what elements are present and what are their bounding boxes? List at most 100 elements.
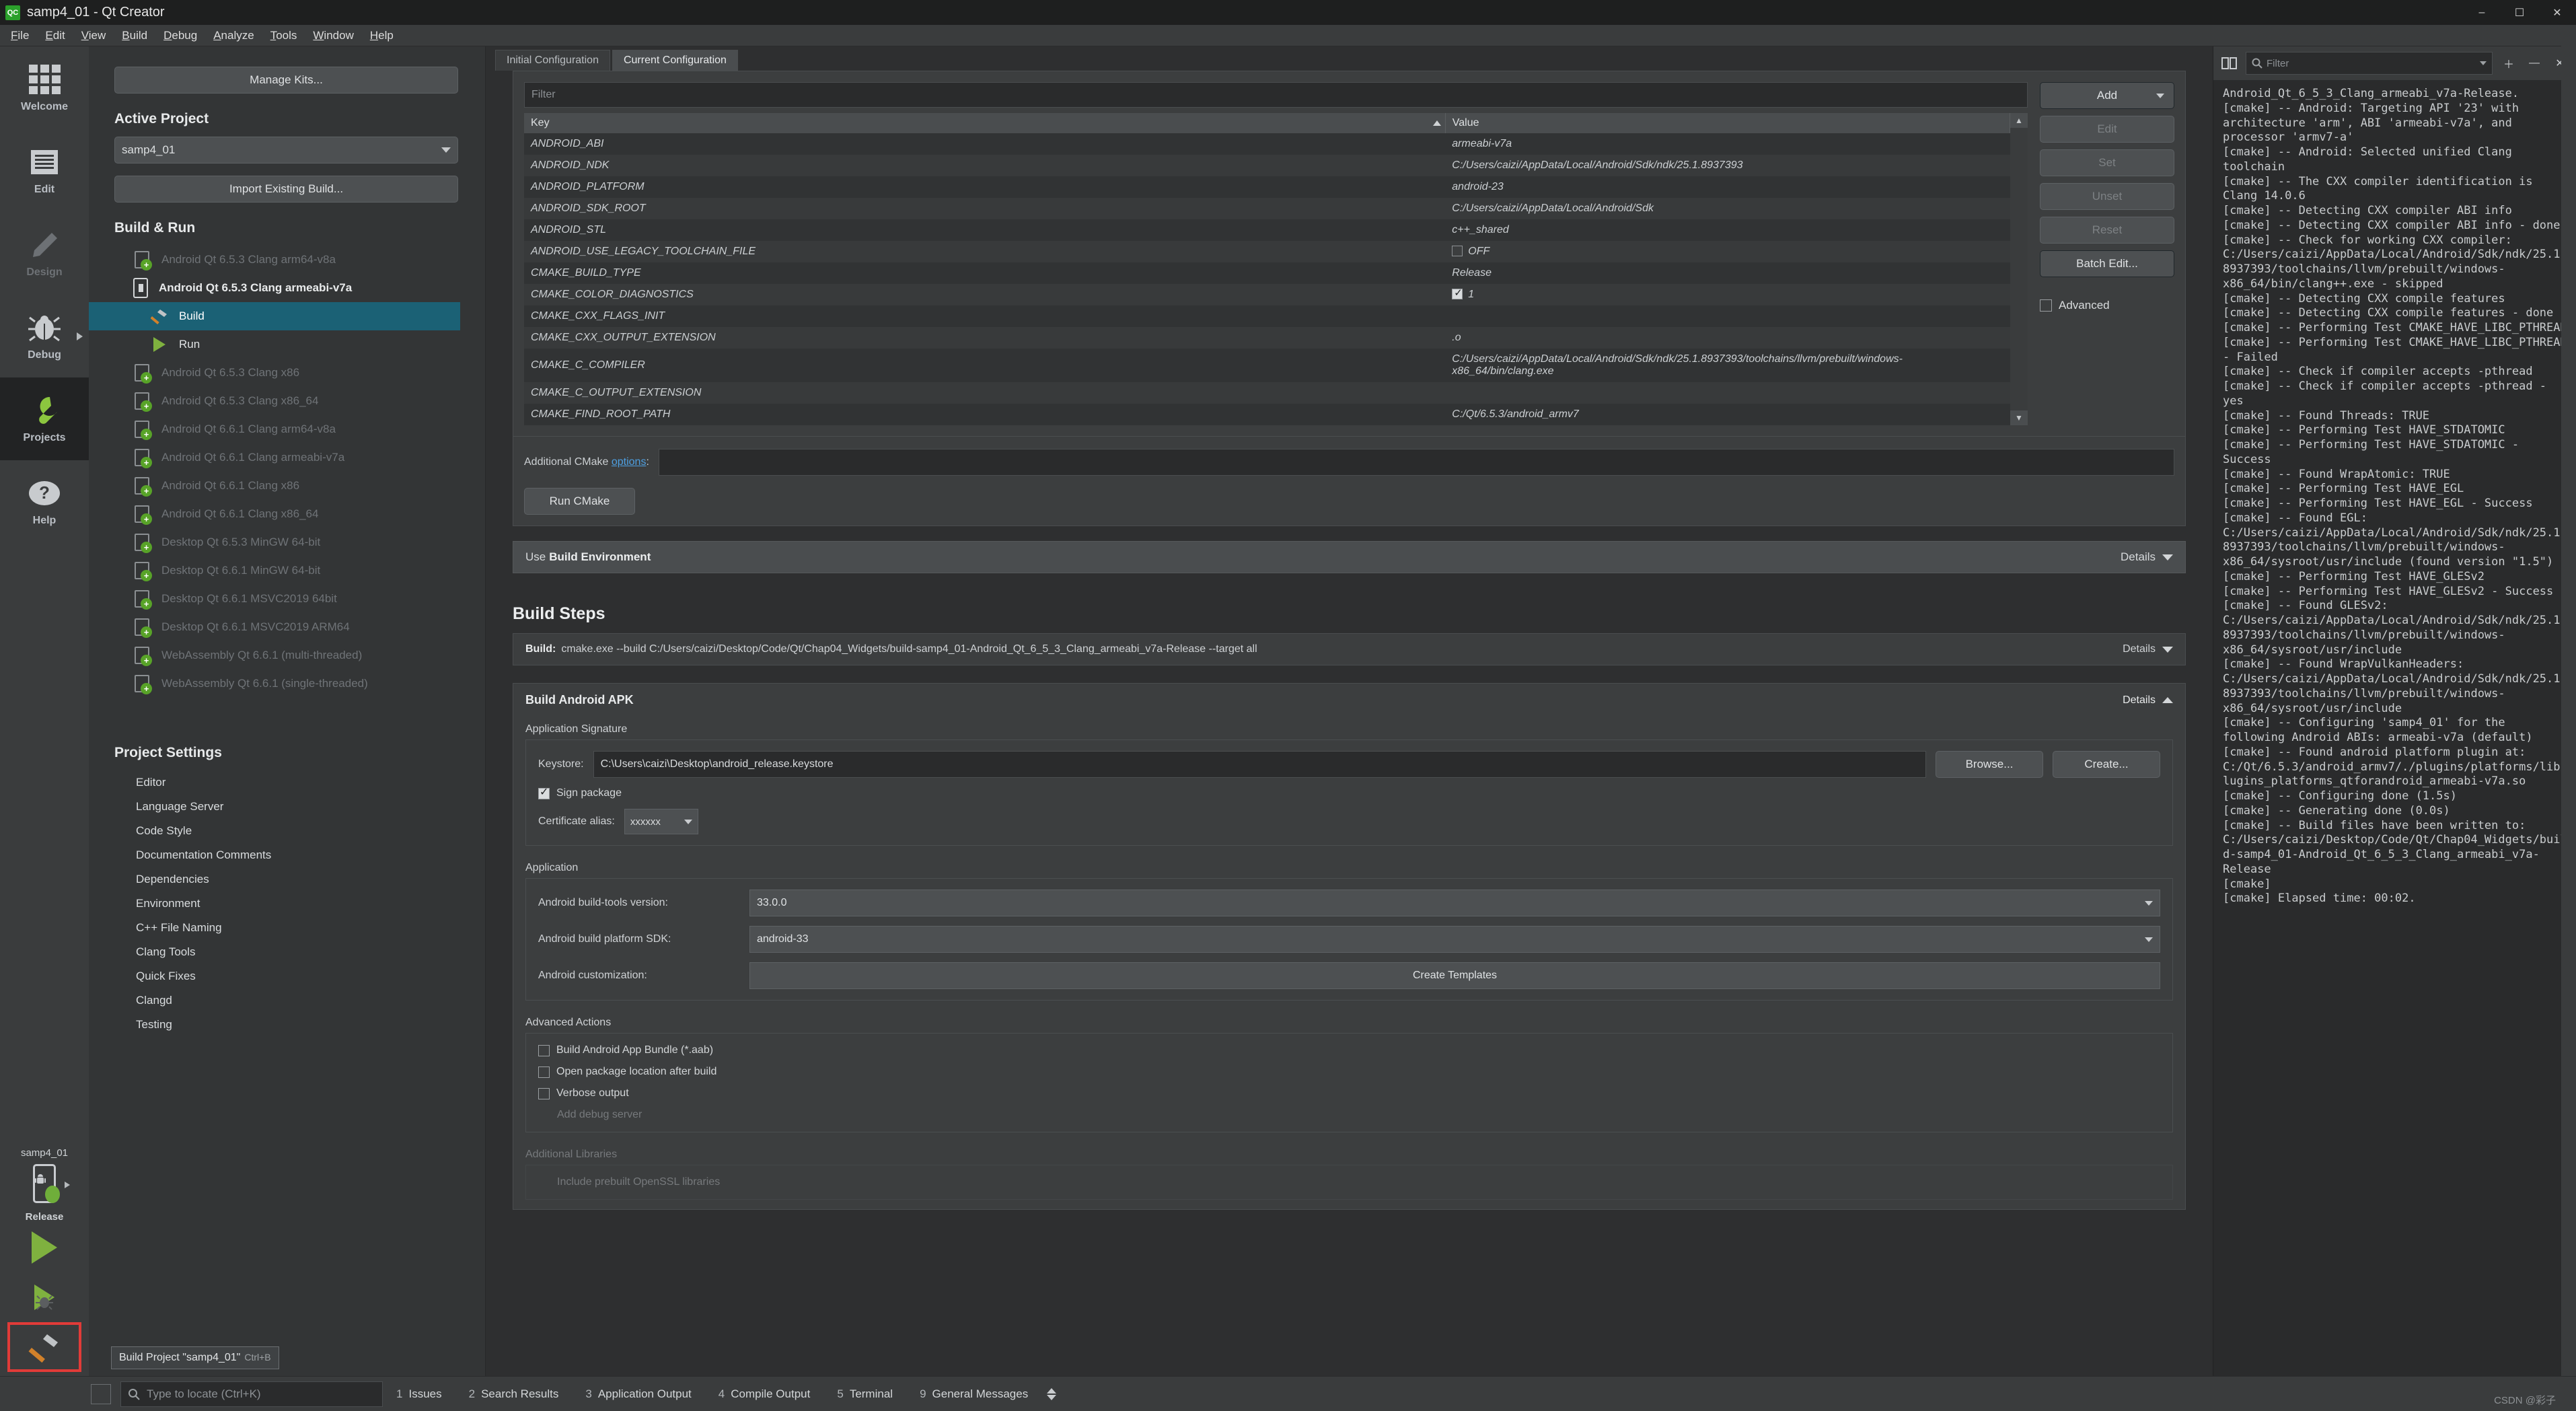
kit-item[interactable]: +Desktop Qt 6.6.1 MSVC2019 64bit xyxy=(89,585,485,613)
create-templates-button[interactable]: Create Templates xyxy=(749,962,2160,989)
keystore-input[interactable]: C:\Users\caizi\Desktop\android_release.k… xyxy=(593,751,1926,778)
manage-kits-button[interactable]: Manage Kits... xyxy=(114,67,458,94)
table-row[interactable]: CMAKE_C_OUTPUT_EXTENSION xyxy=(524,382,2010,404)
checkbox-checked-icon[interactable] xyxy=(1452,289,1463,299)
output-pane-application-output[interactable]: 3Application Output xyxy=(572,1387,704,1401)
checkbox-unchecked-icon[interactable] xyxy=(2040,299,2052,312)
kit-item[interactable]: +Android Qt 6.6.1 Clang x86_64 xyxy=(89,500,485,528)
mode-welcome[interactable]: Welcome xyxy=(0,46,89,129)
output-pane-general-messages[interactable]: 9General Messages xyxy=(906,1387,1041,1401)
checkbox-unchecked-icon[interactable] xyxy=(1452,246,1463,256)
toggle-sidebar-button[interactable] xyxy=(91,1384,111,1404)
table-row[interactable]: CMAKE_CXX_FLAGS_INIT xyxy=(524,305,2010,327)
project-setting-language-server[interactable]: Language Server xyxy=(114,795,458,819)
checkbox-unchecked-icon[interactable] xyxy=(538,1066,550,1078)
create-keystore-button[interactable]: Create... xyxy=(2053,751,2160,778)
output-pane-issues[interactable]: 1Issues xyxy=(383,1387,455,1401)
output-pane-nav[interactable] xyxy=(1047,1388,1056,1400)
menu-build[interactable]: Build xyxy=(114,26,155,45)
scroll-up-icon[interactable]: ▲ xyxy=(2010,113,2028,128)
project-setting-clang-tools[interactable]: Clang Tools xyxy=(114,940,458,964)
column-key[interactable]: Key xyxy=(524,113,1445,133)
edit-button[interactable]: Edit xyxy=(2040,116,2174,143)
add-button[interactable]: Add xyxy=(2040,82,2174,109)
build-apk-details-toggle[interactable]: Details xyxy=(2123,694,2173,707)
mode-debug[interactable]: Debug xyxy=(0,295,89,377)
menu-view[interactable]: View xyxy=(73,26,114,45)
output-pane-search-results[interactable]: 2Search Results xyxy=(455,1387,573,1401)
project-setting-dependencies[interactable]: Dependencies xyxy=(114,867,458,892)
reset-button[interactable]: Reset xyxy=(2040,217,2174,244)
project-setting-cpp-file-naming[interactable]: C++ File Naming xyxy=(114,916,458,940)
kit-item[interactable]: +Android Qt 6.6.1 Clang arm64-v8a xyxy=(89,415,485,443)
openssl-row[interactable]: Include prebuilt OpenSSL libraries xyxy=(538,1176,2160,1188)
project-setting-quick-fixes[interactable]: Quick Fixes xyxy=(114,964,458,988)
menu-window[interactable]: Window xyxy=(305,26,361,45)
arrow-up-icon[interactable] xyxy=(1047,1388,1056,1394)
chevron-right-icon[interactable] xyxy=(77,332,83,340)
batch-edit-button[interactable]: Batch Edit... xyxy=(2040,250,2174,277)
browse-keystore-button[interactable]: Browse... xyxy=(1936,751,2043,778)
table-row[interactable]: ANDROID_NDKC:/Users/caizi/AppData/Local/… xyxy=(524,155,2010,176)
run-button[interactable] xyxy=(7,1223,81,1272)
tab-current-configuration[interactable]: Current Configuration xyxy=(612,50,738,71)
kit-item[interactable]: +Desktop Qt 6.6.1 MSVC2019 ARM64 xyxy=(89,613,485,641)
checkbox-checked-icon[interactable] xyxy=(538,788,550,799)
output-pane-terminal[interactable]: 5Terminal xyxy=(823,1387,906,1401)
build-aab-row[interactable]: Build Android App Bundle (*.aab) xyxy=(538,1044,2160,1056)
close-button[interactable]: ✕ xyxy=(2538,0,2576,25)
mode-help[interactable]: ? Help xyxy=(0,460,89,543)
table-row[interactable]: ANDROID_PLATFORMandroid-23 xyxy=(524,176,2010,198)
table-row[interactable]: CMAKE_COLOR_DIAGNOSTICS 1 xyxy=(524,284,2010,305)
kit-item-run[interactable]: Run xyxy=(89,330,485,359)
table-row[interactable]: CMAKE_C_COMPILERC:/Users/caizi/AppData/L… xyxy=(524,349,2010,382)
kit-item[interactable]: +WebAssembly Qt 6.6.1 (multi-threaded) xyxy=(89,641,485,670)
table-row[interactable]: ANDROID_SDK_ROOTC:/Users/caizi/AppData/L… xyxy=(524,198,2010,219)
kit-item[interactable]: +Android Qt 6.6.1 Clang x86 xyxy=(89,472,485,500)
kit-item-active[interactable]: Android Qt 6.5.3 Clang armeabi-v7a xyxy=(89,274,485,302)
kit-item[interactable]: +Desktop Qt 6.5.3 MinGW 64-bit xyxy=(89,528,485,556)
tab-initial-configuration[interactable]: Initial Configuration xyxy=(495,50,610,71)
verbose-output-row[interactable]: Verbose output xyxy=(538,1087,2160,1099)
project-setting-clangd[interactable]: Clangd xyxy=(114,988,458,1013)
active-project-combo[interactable]: samp4_01 xyxy=(114,137,458,164)
menu-help[interactable]: Help xyxy=(362,26,402,45)
advanced-checkbox-row[interactable]: Advanced xyxy=(2040,299,2174,312)
table-row[interactable]: ANDROID_USE_LEGACY_TOOLCHAIN_FILE OFF xyxy=(524,241,2010,262)
menu-tools[interactable]: Tools xyxy=(262,26,305,45)
table-scrollbar[interactable]: ▲ ▼ xyxy=(2010,113,2028,425)
kit-item[interactable]: + Android Qt 6.5.3 Clang arm64-v8a xyxy=(89,246,485,274)
build-environment-details[interactable]: Details xyxy=(2121,550,2173,564)
column-value[interactable]: Value xyxy=(1445,113,2010,133)
locator-input[interactable]: Type to locate (Ctrl+K) xyxy=(120,1381,383,1407)
build-tools-combo[interactable]: 33.0.0 xyxy=(749,890,2160,916)
mode-projects[interactable]: Projects xyxy=(0,377,89,460)
output-scrollbar[interactable] xyxy=(2561,46,2576,1376)
menu-debug[interactable]: Debug xyxy=(155,26,205,45)
kit-selector-badge[interactable]: samp4_01 Release xyxy=(21,1141,68,1223)
minimize-button[interactable]: – xyxy=(2463,0,2501,25)
unset-button[interactable]: Unset xyxy=(2040,183,2174,210)
sign-package-row[interactable]: Sign package xyxy=(538,787,2160,799)
import-existing-build-button[interactable]: Import Existing Build... xyxy=(114,176,458,203)
table-row[interactable]: ANDROID_ABIarmeabi-v7a xyxy=(524,133,2010,155)
menu-file[interactable]: File xyxy=(3,26,37,45)
mode-edit[interactable]: Edit xyxy=(0,129,89,212)
cmake-filter-input[interactable]: Filter xyxy=(524,82,2028,108)
build-step-row[interactable]: Build: cmake.exe --build C:/Users/caizi/… xyxy=(513,633,2186,665)
output-pane-compile-output[interactable]: 4Compile Output xyxy=(705,1387,824,1401)
menu-edit[interactable]: Edit xyxy=(37,26,73,45)
kit-item[interactable]: +Desktop Qt 6.6.1 MinGW 64-bit xyxy=(89,556,485,585)
build-button[interactable] xyxy=(7,1322,81,1372)
arrow-down-icon[interactable] xyxy=(1047,1395,1056,1400)
project-setting-code-style[interactable]: Code Style xyxy=(114,819,458,843)
checkbox-unchecked-icon[interactable] xyxy=(538,1045,550,1056)
split-icon[interactable] xyxy=(2220,54,2239,73)
kit-item[interactable]: +WebAssembly Qt 6.6.1 (single-threaded) xyxy=(89,670,485,698)
add-icon[interactable]: ＋ xyxy=(2499,54,2518,73)
open-package-location-row[interactable]: Open package location after build xyxy=(538,1066,2160,1078)
minimize-icon[interactable]: ― xyxy=(2525,54,2544,73)
maximize-button[interactable]: ☐ xyxy=(2501,0,2538,25)
build-step-details[interactable]: Details xyxy=(2109,643,2173,655)
table-row[interactable]: ANDROID_STLc++_shared xyxy=(524,219,2010,241)
